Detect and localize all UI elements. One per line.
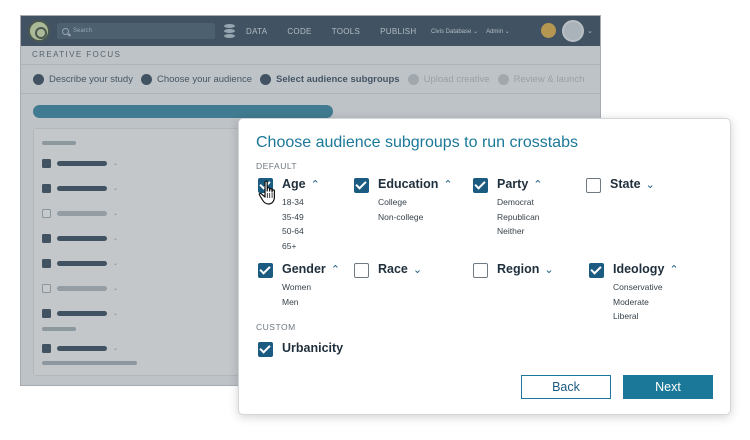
chevron-up-icon: ⌃	[533, 179, 543, 191]
urbanicity-label[interactable]: Urbanicity	[282, 341, 343, 355]
chevron-down-icon: ⌄	[645, 179, 655, 191]
gender-options: Women Men	[282, 282, 312, 307]
ideology-checkbox[interactable]	[589, 263, 604, 278]
default-section-label: DEFAULT	[256, 161, 298, 171]
gender-checkbox[interactable]	[258, 263, 273, 278]
state-toggle[interactable]: State ⌄	[610, 177, 655, 191]
chevron-up-icon: ⌃	[310, 179, 320, 191]
state-checkbox[interactable]	[586, 178, 601, 193]
race-toggle[interactable]: Race ⌄	[378, 262, 422, 276]
education-options: College Non-college	[378, 197, 424, 222]
custom-section-label: CUSTOM	[256, 322, 296, 332]
hand-cursor-icon	[258, 180, 275, 205]
age-toggle[interactable]: Age ⌃	[282, 177, 320, 191]
subgroups-modal: Choose audience subgroups to run crossta…	[238, 118, 731, 415]
party-options: Democrat Republican Neither	[497, 197, 540, 236]
education-toggle[interactable]: Education ⌃	[378, 177, 453, 191]
party-toggle[interactable]: Party ⌃	[497, 177, 543, 191]
region-toggle[interactable]: Region ⌄	[497, 262, 554, 276]
education-checkbox[interactable]	[354, 178, 369, 193]
race-checkbox[interactable]	[354, 263, 369, 278]
ideology-toggle[interactable]: Ideology ⌃	[613, 262, 679, 276]
back-button[interactable]: Back	[521, 375, 611, 399]
gender-toggle[interactable]: Gender ⌃	[282, 262, 340, 276]
region-checkbox[interactable]	[473, 263, 488, 278]
next-button[interactable]: Next	[623, 375, 713, 399]
party-checkbox[interactable]	[473, 178, 488, 193]
age-options: 18-34 35-49 50-64 65+	[282, 197, 304, 251]
ideology-options: Conservative Moderate Liberal	[613, 282, 663, 321]
modal-title: Choose audience subgroups to run crossta…	[256, 134, 578, 151]
chevron-up-icon: ⌃	[669, 264, 679, 276]
chevron-up-icon: ⌃	[330, 264, 340, 276]
chevron-down-icon: ⌄	[412, 264, 423, 276]
chevron-down-icon: ⌄	[544, 264, 554, 276]
urbanicity-checkbox[interactable]	[258, 342, 273, 357]
chevron-up-icon: ⌃	[443, 179, 453, 191]
